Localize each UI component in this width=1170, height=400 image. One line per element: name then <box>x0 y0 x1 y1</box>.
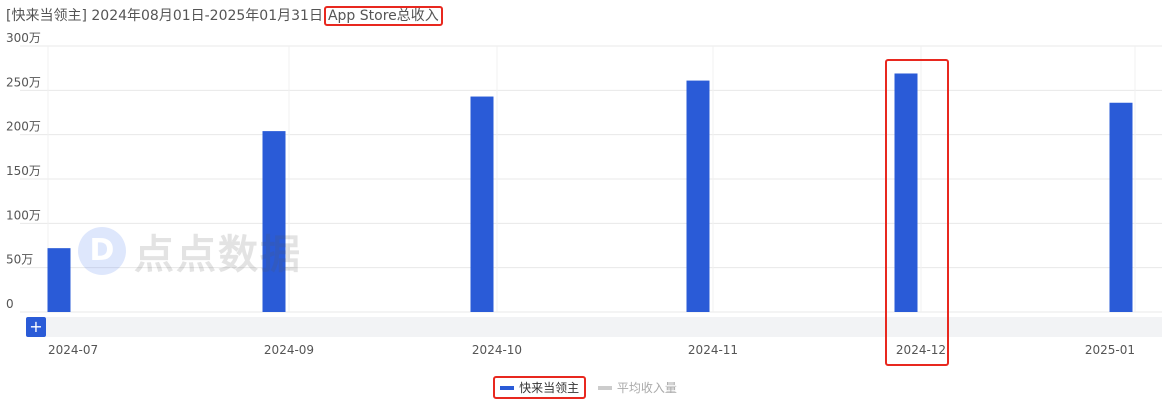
y-tick-label: 50万 <box>6 253 33 267</box>
y-tick-label: 250万 <box>6 75 41 89</box>
bar-2024-11[interactable] <box>686 80 710 312</box>
x-tick-label: 2025-01 <box>1085 343 1135 357</box>
x-tick-label: 2024-09 <box>264 343 314 357</box>
bar-2024-10[interactable] <box>470 96 494 312</box>
x-tick-label: 2024-12 <box>896 343 946 357</box>
y-tick-label: 0 <box>6 297 14 311</box>
add-compare-button[interactable]: + <box>26 317 46 337</box>
bar-2024-09[interactable] <box>262 131 286 312</box>
x-tick-label: 2024-07 <box>48 343 98 357</box>
y-tick-label: 150万 <box>6 164 41 178</box>
legend-item-average[interactable]: 平均收入量 <box>597 379 677 396</box>
y-tick-label: 300万 <box>6 31 41 45</box>
legend-swatch-average <box>597 385 612 390</box>
legend-swatch-series <box>500 385 515 390</box>
y-tick-label: 100万 <box>6 208 41 222</box>
range-scrollbar[interactable] <box>46 317 1162 337</box>
legend-label-series: 快来当领主 <box>519 381 580 395</box>
y-tick-label: 200万 <box>6 120 41 134</box>
x-tick-label: 2024-10 <box>472 343 522 357</box>
bar-2024-12[interactable] <box>894 73 918 312</box>
legend: 快来当领主 平均收入量 <box>0 376 1170 399</box>
legend-item-series[interactable]: 快来当领主 <box>493 376 587 399</box>
bar-2024-07[interactable] <box>47 248 71 312</box>
bar-2025-01[interactable] <box>1109 102 1133 312</box>
legend-label-average: 平均收入量 <box>616 381 677 395</box>
x-tick-label: 2024-11 <box>688 343 738 357</box>
bar-chart: 0 50万 100万 150万 200万 250万 300万 2024-07 2024-09 20… <box>6 31 1162 357</box>
